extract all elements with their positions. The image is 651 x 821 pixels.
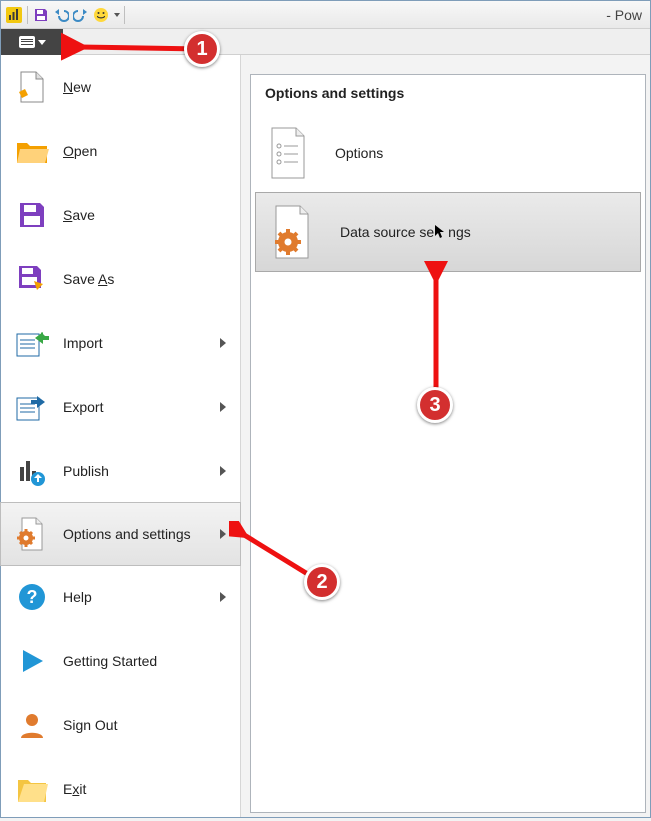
menu-help-label: Help	[63, 589, 206, 605]
menu-save-as[interactable]: Save As	[1, 247, 240, 311]
menu-getting-started[interactable]: Getting Started	[1, 629, 240, 693]
menu-export[interactable]: Export	[1, 375, 240, 439]
menu-sign-out[interactable]: Sign Out	[1, 693, 240, 757]
submenu-arrow-icon	[220, 592, 226, 602]
annotation-badge-1: 1	[184, 31, 220, 67]
submenu-arrow-icon	[220, 338, 226, 348]
file-tab-button[interactable]	[1, 29, 63, 55]
save-as-icon	[15, 262, 49, 296]
export-icon	[15, 390, 49, 424]
qat-smiley-icon[interactable]	[92, 6, 110, 24]
menu-import-label: Import	[63, 335, 206, 351]
menu-help[interactable]: ? Help	[1, 565, 240, 629]
qat-undo-icon[interactable]	[52, 6, 70, 24]
menu-publish[interactable]: Publish	[1, 439, 240, 503]
app-logo-icon	[5, 6, 23, 24]
submenu-arrow-icon	[220, 529, 226, 539]
qat-redo-icon[interactable]	[72, 6, 90, 24]
sub-dss-label: Data source sengs	[340, 224, 471, 240]
menu-new-label: New	[63, 79, 226, 95]
menu-sign-out-label: Sign Out	[63, 717, 226, 733]
ribbon-row	[1, 29, 650, 55]
menu-open-label: Open	[63, 143, 226, 159]
menu-save-as-label: Save As	[63, 271, 226, 287]
sign-out-icon	[15, 708, 49, 742]
save-icon	[15, 198, 49, 232]
file-menu: New Open Save Save As Import Export	[1, 55, 241, 817]
options-submenu: Options and settings Options Data source…	[250, 74, 646, 813]
sub-data-source-settings[interactable]: Data source sengs	[255, 192, 641, 272]
annotation-badge-2: 2	[304, 564, 340, 600]
exit-folder-icon	[15, 772, 49, 806]
window-title: - Pow	[129, 7, 646, 23]
open-folder-icon	[15, 134, 49, 168]
data-source-gear-icon	[268, 202, 318, 262]
menu-import[interactable]: Import	[1, 311, 240, 375]
title-bar: - Pow	[1, 1, 650, 29]
menu-getting-started-label: Getting Started	[63, 653, 226, 669]
menu-options-settings[interactable]: Options and settings	[0, 502, 241, 566]
annotation-badge-3: 3	[417, 387, 453, 423]
submenu-arrow-icon	[220, 466, 226, 476]
menu-save[interactable]: Save	[1, 183, 240, 247]
sub-options-label: Options	[335, 145, 383, 161]
import-icon	[15, 326, 49, 360]
svg-text:?: ?	[27, 587, 38, 607]
new-file-icon	[15, 70, 49, 104]
sub-options[interactable]: Options	[251, 113, 645, 193]
menu-exit-label: Exit	[63, 781, 226, 797]
menu-open[interactable]: Open	[1, 119, 240, 183]
submenu-header: Options and settings	[251, 75, 645, 113]
getting-started-icon	[15, 644, 49, 678]
help-icon: ?	[15, 580, 49, 614]
options-gear-file-icon	[15, 517, 49, 551]
menu-exit[interactable]: Exit	[1, 757, 240, 821]
submenu-arrow-icon	[220, 402, 226, 412]
qat-save-icon[interactable]	[32, 6, 50, 24]
options-doc-icon	[263, 123, 313, 183]
publish-icon	[15, 454, 49, 488]
menu-publish-label: Publish	[63, 463, 206, 479]
menu-export-label: Export	[63, 399, 206, 415]
menu-save-label: Save	[63, 207, 226, 223]
qat-dropdown-icon[interactable]	[114, 13, 120, 17]
menu-options-label: Options and settings	[63, 526, 206, 542]
